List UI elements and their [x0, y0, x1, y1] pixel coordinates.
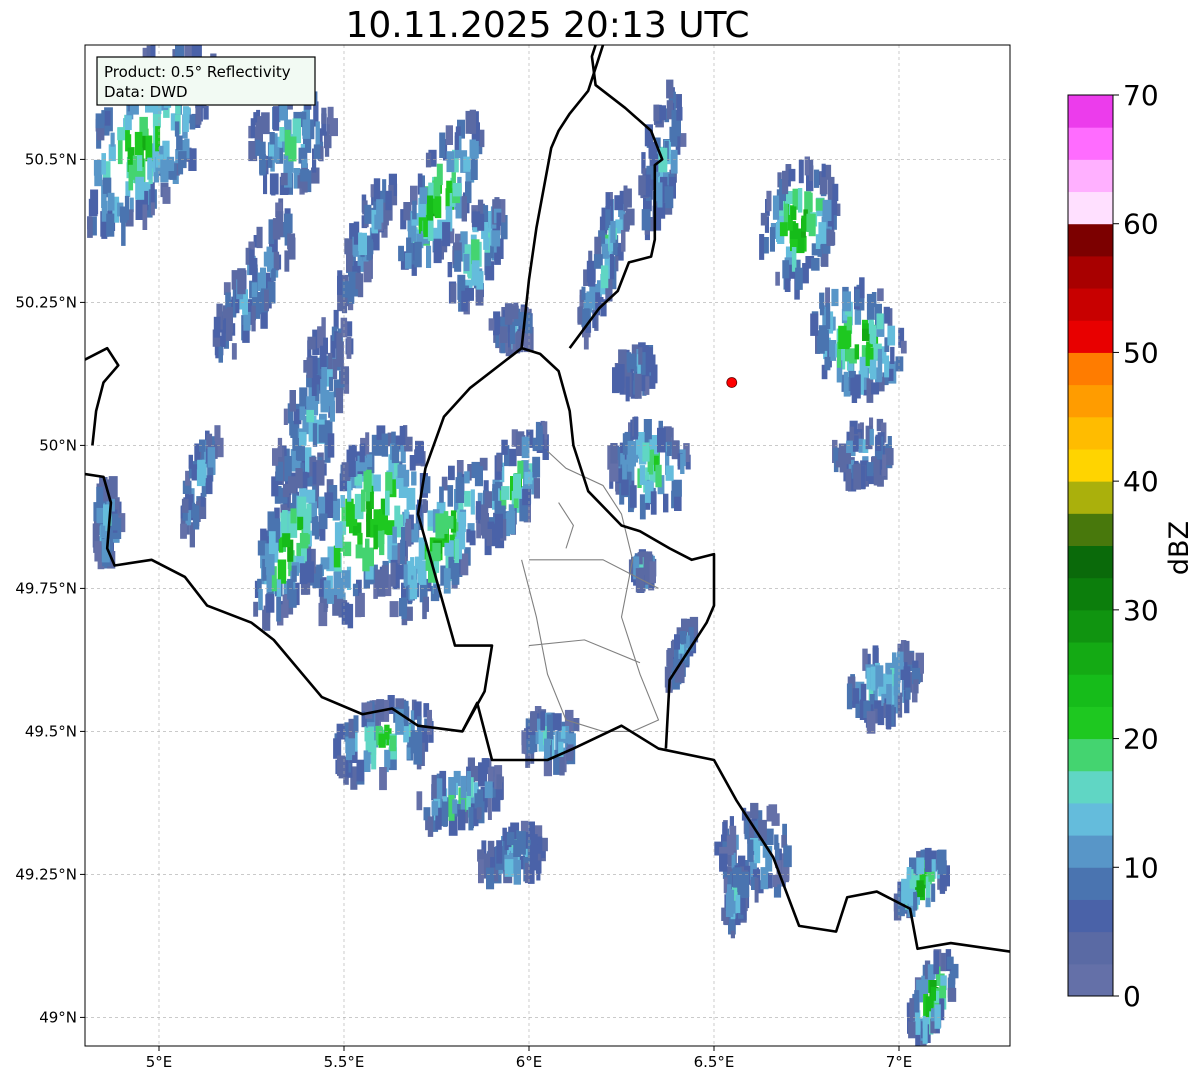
colorbar-tick-label: 40 [1123, 465, 1159, 498]
colorbar-cell [1068, 384, 1113, 418]
colorbar-cell [1068, 352, 1113, 386]
colorbar-cell [1068, 963, 1113, 997]
colorbar-cell [1068, 513, 1113, 546]
colorbar-cell [1068, 448, 1113, 482]
colorbar-cell [1068, 95, 1113, 128]
colorbar-cell [1068, 545, 1113, 579]
colorbar-ticks: 0 10 20 30 40 50 60 70 [1113, 79, 1159, 1013]
colorbar-cell [1068, 288, 1113, 321]
colorbar-cell [1068, 577, 1113, 611]
colorbar-cell [1068, 609, 1113, 643]
colorbar-cell [1068, 481, 1113, 514]
colorbar-tick-label: 60 [1123, 208, 1159, 241]
colorbar-cell [1068, 642, 1113, 675]
colorbar-cell [1068, 255, 1113, 289]
colorbar-cell [1068, 738, 1113, 772]
colorbar-tick-label: 0 [1123, 980, 1141, 1013]
colorbar-tick-label: 20 [1123, 723, 1159, 756]
colorbar-cell [1068, 127, 1113, 160]
colorbar-cell [1068, 770, 1113, 804]
colorbar-cell [1068, 706, 1113, 740]
colorbar-cells [1068, 95, 1113, 997]
colorbar-tick-label: 70 [1123, 79, 1159, 112]
colorbar-cell [1068, 416, 1113, 450]
colorbar-cell [1068, 223, 1113, 257]
colorbar-label: dBZ [1164, 521, 1195, 575]
colorbar-cell [1068, 931, 1113, 965]
colorbar-cell [1068, 835, 1113, 868]
colorbar-cell [1068, 191, 1113, 225]
colorbar-tick-label: 10 [1123, 851, 1159, 884]
colorbar-tick-label: 50 [1123, 336, 1159, 369]
colorbar-cell [1068, 159, 1113, 193]
colorbar-tick-label: 30 [1123, 594, 1159, 627]
colorbar-cell [1068, 899, 1113, 933]
colorbar: 0 10 20 30 40 50 60 70 dBZ [1067, 79, 1195, 1013]
colorbar-cell [1068, 674, 1113, 707]
colorbar-cell [1068, 802, 1113, 836]
colorbar-cell [1068, 320, 1113, 353]
colorbar-cell [1068, 867, 1113, 900]
